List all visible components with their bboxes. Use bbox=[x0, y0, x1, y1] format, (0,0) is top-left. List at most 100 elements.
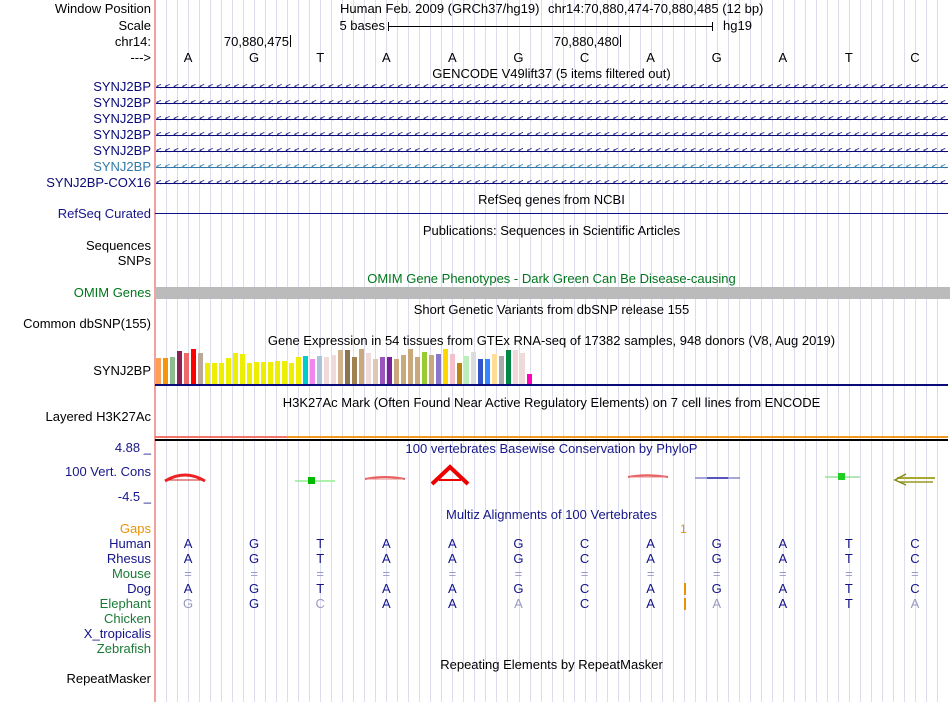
multiz-species-label-zebrafish[interactable]: Zebrafish bbox=[0, 642, 151, 656]
multiz-base-letter: A bbox=[778, 596, 788, 611]
multiz-base-letter: A bbox=[448, 551, 457, 566]
multiz-base-letter: G bbox=[249, 581, 260, 596]
phylop-wiggle[interactable] bbox=[155, 455, 950, 505]
publications-track-title: Publications: Sequences in Scientific Ar… bbox=[422, 223, 681, 238]
refseq-curated-item[interactable] bbox=[155, 213, 948, 214]
gencode-gene-label[interactable]: SYNJ2BP bbox=[0, 144, 151, 158]
gtex-tissue-bar bbox=[450, 354, 455, 384]
gtex-tissue-bar bbox=[520, 353, 525, 384]
multiz-base-letter: G bbox=[249, 536, 260, 551]
gtex-tissue-bar bbox=[268, 362, 273, 384]
gencode-gene-item[interactable]: <<<<<<<<<<<<<<<<<<<<<<<<<<<<<<<<<<<<<<<<… bbox=[156, 162, 948, 173]
multiz-base-letter: A bbox=[183, 581, 193, 596]
gtex-tissue-bar bbox=[443, 349, 448, 384]
snps-label[interactable]: SNPs bbox=[0, 254, 151, 268]
gencode-gene-label[interactable]: SYNJ2BP bbox=[0, 112, 151, 126]
window-position-label: Window Position bbox=[54, 1, 151, 16]
coord-tick-2 bbox=[620, 35, 621, 47]
multiz-track-title: Multiz Alignments of 100 Vertebrates bbox=[445, 507, 657, 522]
multiz-base-letter: G bbox=[513, 551, 524, 566]
multiz-species-label-elephant[interactable]: Elephant bbox=[0, 597, 151, 611]
gene-direction-arrows: <<<<<<<<<<<<<<<<<<<<<<<<<<<<<<<<<<<<<<<<… bbox=[156, 146, 948, 156]
repeatmasker-label[interactable]: RepeatMasker bbox=[0, 672, 151, 686]
multiz-species-label-dog[interactable]: Dog bbox=[0, 582, 151, 596]
layered-h3k27ac-label[interactable]: Layered H3K27Ac bbox=[0, 410, 151, 424]
gtex-tissue-bar bbox=[296, 357, 301, 384]
multiz-base-letter: = bbox=[845, 566, 853, 581]
omim-genes-label[interactable]: OMIM Genes bbox=[0, 286, 151, 300]
common-dbsnp-label[interactable]: Common dbSNP(155) bbox=[0, 317, 151, 331]
multiz-base-letter: A bbox=[448, 536, 457, 551]
multiz-species-label-chicken[interactable]: Chicken bbox=[0, 612, 151, 626]
gtex-tissue-bar bbox=[401, 355, 406, 384]
gtex-gene-label[interactable]: SYNJ2BP bbox=[0, 364, 151, 378]
multiz-species-label-mouse[interactable]: Mouse bbox=[0, 567, 151, 581]
gtex-tissue-bar bbox=[415, 357, 420, 384]
ruler-base-letter: A bbox=[646, 50, 655, 65]
multiz-base-letter: G bbox=[513, 581, 524, 596]
ruler-base-letter: T bbox=[844, 50, 853, 65]
gencode-gene-label[interactable]: SYNJ2BP bbox=[0, 80, 151, 94]
sequences-label[interactable]: Sequences bbox=[0, 239, 151, 253]
multiz-base-letter: T bbox=[844, 551, 853, 566]
multiz-base-letter: G bbox=[249, 551, 260, 566]
gencode-gene-item[interactable]: <<<<<<<<<<<<<<<<<<<<<<<<<<<<<<<<<<<<<<<<… bbox=[156, 98, 948, 109]
gencode-track-title: GENCODE V49lift37 (5 items filtered out) bbox=[432, 66, 671, 81]
omim-gene-bar[interactable] bbox=[155, 287, 950, 299]
multiz-base-letter: G bbox=[711, 581, 722, 596]
gtex-tissue-bar bbox=[177, 351, 182, 384]
gencode-gene-item[interactable]: <<<<<<<<<<<<<<<<<<<<<<<<<<<<<<<<<<<<<<<<… bbox=[156, 146, 948, 157]
gtex-tissue-bar bbox=[359, 349, 364, 384]
strand-direction-label[interactable]: ---> bbox=[0, 51, 151, 65]
multiz-species-label-gaps[interactable]: Gaps bbox=[0, 522, 151, 536]
multiz-insert-bar bbox=[684, 583, 686, 595]
ruler-base-letter: G bbox=[513, 50, 524, 65]
ruler-base-letter: A bbox=[183, 50, 193, 65]
gtex-tissue-bar bbox=[394, 359, 399, 384]
multiz-base-letter: G bbox=[182, 596, 194, 611]
gtex-tissue-bar bbox=[380, 357, 385, 384]
gtex-tissue-bar bbox=[310, 359, 315, 384]
gtex-tissue-bar bbox=[457, 363, 462, 384]
gencode-gene-item[interactable]: <<<<<<<<<<<<<<<<<<<<<<<<<<<<<<<<<<<<<<<<… bbox=[156, 130, 948, 141]
gencode-gene-item[interactable]: <<<<<<<<<<<<<<<<<<<<<<<<<<<<<<<<<<<<<<<<… bbox=[156, 114, 948, 125]
gencode-gene-label[interactable]: SYNJ2BP bbox=[0, 128, 151, 142]
multiz-base-letter: T bbox=[844, 596, 853, 611]
coord-tick-label-1: 70,880,475 bbox=[223, 34, 289, 49]
gtex-tissue-bar bbox=[156, 358, 161, 384]
gtex-tissue-bar bbox=[422, 352, 427, 384]
multiz-base-letter: A bbox=[381, 581, 391, 596]
position-label: chr14:70,880,474-70,880,485 (12 bp) bbox=[548, 1, 764, 16]
refseq-curated-label[interactable]: RefSeq Curated bbox=[0, 207, 151, 221]
multiz-base-letter: A bbox=[778, 551, 788, 566]
gtex-tissue-bar bbox=[345, 350, 350, 384]
gencode-gene-label[interactable]: SYNJ2BP bbox=[0, 96, 151, 110]
multiz-base-letter: T bbox=[316, 581, 325, 596]
multiz-species-label-rhesus[interactable]: Rhesus bbox=[0, 552, 151, 566]
cons-track-label[interactable]: 100 Vert. Cons bbox=[0, 465, 151, 479]
multiz-base-letter: T bbox=[316, 551, 325, 566]
ruler-base-letter: G bbox=[711, 50, 722, 65]
multiz-species-label-x_tropicalis[interactable]: X_tropicalis bbox=[0, 627, 151, 641]
gencode-gene-item[interactable]: <<<<<<<<<<<<<<<<<<<<<<<<<<<<<<<<<<<<<<<<… bbox=[156, 82, 948, 93]
gencode-gene-label[interactable]: SYNJ2BP bbox=[0, 160, 151, 174]
cons-track-title: 100 vertebrates Basewise Conservation by… bbox=[405, 441, 698, 456]
scale-bar-left-tick bbox=[388, 22, 389, 31]
gtex-barchart[interactable] bbox=[156, 349, 536, 384]
multiz-base-letter: = bbox=[382, 566, 391, 581]
cons-max-label: 4.88 _ bbox=[114, 440, 151, 455]
multiz-base-letter: A bbox=[514, 596, 523, 611]
gencode-gene-label[interactable]: SYNJ2BP-COX16 bbox=[0, 176, 151, 190]
gtex-tissue-bar bbox=[331, 355, 336, 384]
gtex-tissue-bar bbox=[254, 362, 259, 384]
multiz-base-letter: C bbox=[910, 581, 920, 596]
gtex-tissue-bar bbox=[436, 354, 441, 384]
h3k27ac-signal-orange bbox=[287, 436, 948, 438]
gencode-gene-item[interactable]: <<<<<<<<<<<<<<<<<<<<<<<<<<<<<<<<<<<<<<<<… bbox=[156, 178, 948, 189]
gtex-tissue-bar bbox=[163, 358, 168, 384]
gtex-track-title: Gene Expression in 54 tissues from GTEx … bbox=[267, 333, 836, 348]
gtex-tissue-bar bbox=[191, 349, 196, 384]
multiz-base-letter: = bbox=[911, 566, 919, 581]
multiz-species-label-human[interactable]: Human bbox=[0, 537, 151, 551]
multiz-base-letter: A bbox=[381, 536, 391, 551]
